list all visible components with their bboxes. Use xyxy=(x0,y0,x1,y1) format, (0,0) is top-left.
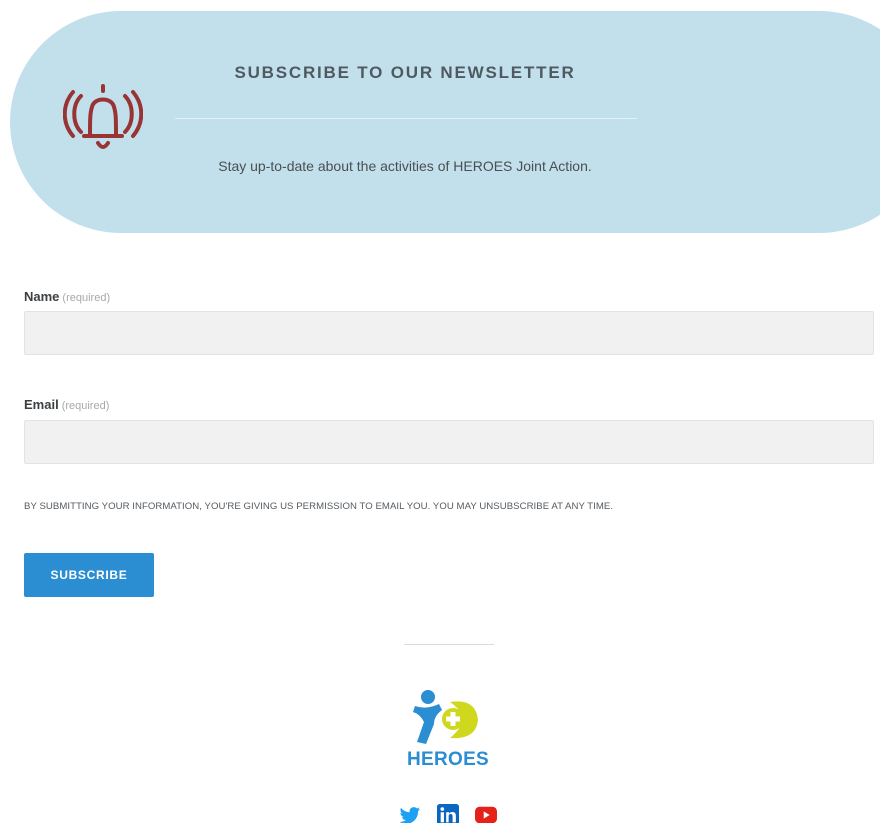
bell-ringing-icon xyxy=(63,84,143,149)
heroes-logo-text: HEROES xyxy=(406,749,490,770)
name-label-text: Name xyxy=(24,289,60,304)
footer-divider xyxy=(404,644,494,645)
banner-title: SUBSCRIBE TO OUR NEWSLETTER xyxy=(234,63,576,82)
email-input[interactable] xyxy=(24,420,874,464)
banner-divider xyxy=(175,118,637,119)
twitter-icon[interactable] xyxy=(399,804,421,823)
youtube-icon[interactable] xyxy=(475,804,497,823)
consent-notice: BY SUBMITTING YOUR INFORMATION, YOU'RE G… xyxy=(24,501,614,512)
email-label: Email (required) xyxy=(24,397,109,412)
name-input[interactable] xyxy=(24,311,874,355)
subscribe-button[interactable]: SUBSCRIBE xyxy=(24,553,154,597)
email-label-text: Email xyxy=(24,397,59,412)
heroes-logo-icon[interactable] xyxy=(412,688,484,746)
linkedin-icon[interactable] xyxy=(437,804,459,823)
banner-description: Stay up-to-date about the activities of … xyxy=(218,158,592,174)
name-label: Name (required) xyxy=(24,289,110,304)
name-required-note: (required) xyxy=(62,292,111,304)
email-required-note: (required) xyxy=(61,400,110,412)
newsletter-page: SUBSCRIBE TO OUR NEWSLETTER Stay up-to-d… xyxy=(0,0,880,823)
